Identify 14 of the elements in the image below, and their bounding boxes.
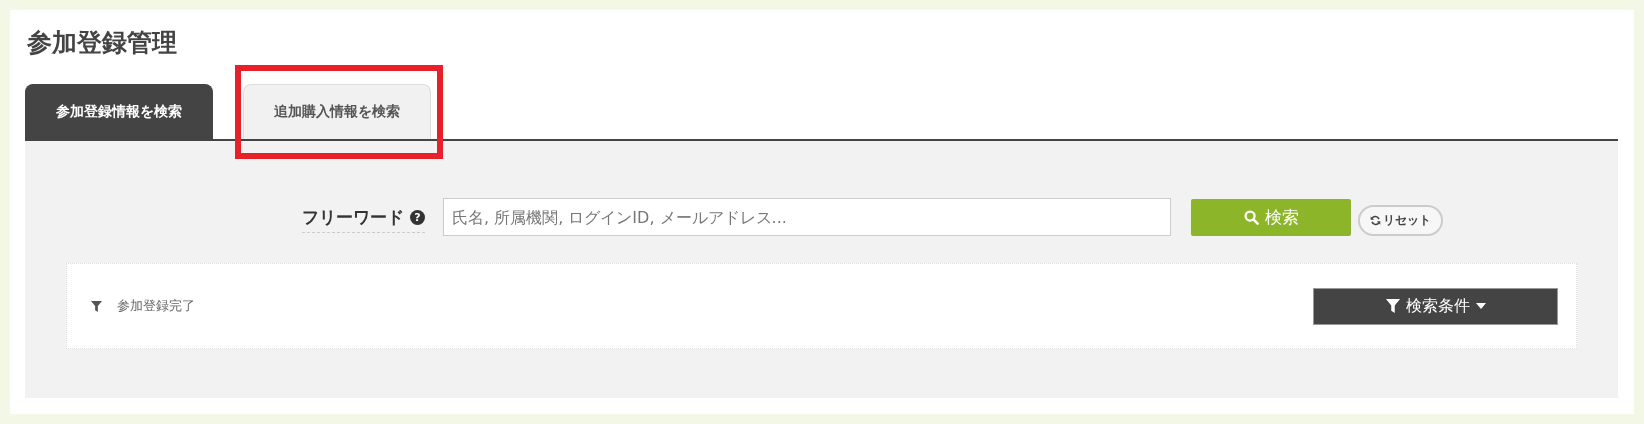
tab[interactable]: 追加購入情報を検索 [243,84,431,139]
refresh-icon [1370,215,1381,226]
page-title: 参加登録管理 [27,27,178,59]
search-conditions-button[interactable]: 検索条件 [1313,287,1558,325]
search-icon [1243,209,1259,225]
tab[interactable]: 参加登録情報を検索 [25,84,213,139]
reset-button[interactable]: リセット [1358,205,1443,236]
filter-icon [91,300,102,312]
filter-icon [1385,299,1400,313]
filter-summary: 参加登録完了 [117,297,196,315]
search-field[interactable]: 氏名, 所属機関, ログインID, メールアドレス... [443,198,1171,236]
caret-icon [1475,303,1486,309]
help-icon[interactable]: ? [410,209,425,225]
free-word-label: フリーワード ? [302,205,425,233]
